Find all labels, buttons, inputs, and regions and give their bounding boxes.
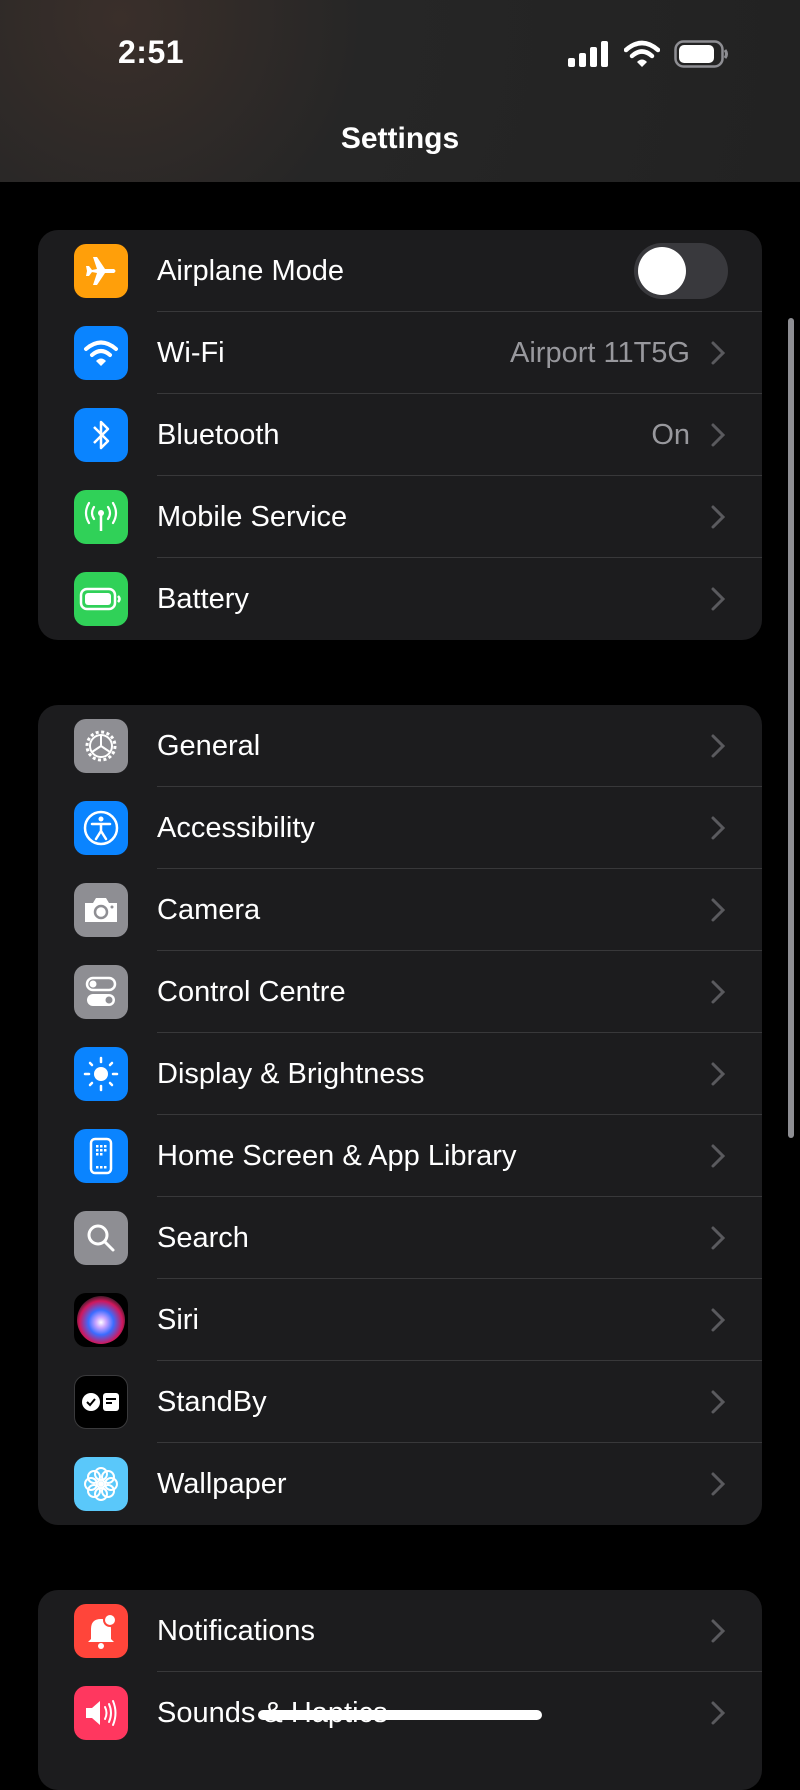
row-accessibility[interactable]: Accessibility: [38, 787, 762, 869]
chevron-right-icon: [711, 980, 726, 1004]
home-indicator[interactable]: [258, 1710, 542, 1720]
chevron-right-icon: [711, 1701, 726, 1725]
row-label: Battery: [157, 582, 249, 615]
row-label: StandBy: [157, 1385, 267, 1418]
row-label: Airplane Mode: [157, 254, 344, 287]
row-notifications[interactable]: Notifications: [38, 1590, 762, 1672]
row-label: Wi-Fi: [157, 336, 225, 369]
standby-icon: [74, 1375, 128, 1429]
chevron-right-icon: [711, 1390, 726, 1414]
row-airplane-mode[interactable]: Airplane Mode: [38, 230, 762, 312]
battery-icon: [674, 40, 728, 68]
chevron-right-icon: [711, 1144, 726, 1168]
chevron-right-icon: [711, 734, 726, 758]
chevron-right-icon: [711, 1226, 726, 1250]
row-label: Camera: [157, 893, 261, 926]
row-bluetooth[interactable]: Bluetooth On: [38, 394, 762, 476]
phone-grid-icon: [74, 1129, 128, 1183]
chevron-right-icon: [711, 1472, 726, 1496]
row-siri[interactable]: Siri: [38, 1279, 762, 1361]
row-label: Control Centre: [157, 975, 346, 1008]
row-label: Search: [157, 1221, 249, 1254]
row-label: Notifications: [157, 1614, 315, 1647]
row-mobile-service[interactable]: Mobile Service: [38, 476, 762, 558]
chevron-right-icon: [711, 1062, 726, 1086]
airplane-mode-toggle[interactable]: [634, 243, 728, 299]
camera-icon: [74, 883, 128, 937]
navigation-header: 2:51 Settings: [0, 0, 800, 182]
bluetooth-icon: [74, 408, 128, 462]
wifi-icon: [624, 40, 660, 67]
row-label: Mobile Service: [157, 500, 348, 533]
row-home-screen[interactable]: Home Screen & App Library: [38, 1115, 762, 1197]
wifi-network-value: Airport 11T5G: [510, 336, 690, 369]
row-label: Accessibility: [157, 811, 315, 844]
battery-icon: [74, 572, 128, 626]
row-label: Siri: [157, 1303, 199, 1336]
status-time: 2:51: [118, 34, 185, 70]
gear-icon: [74, 719, 128, 773]
toggle-knob: [638, 247, 686, 295]
row-wifi[interactable]: Wi-Fi Airport 11T5G: [38, 312, 762, 394]
wifi-icon: [74, 326, 128, 380]
row-display-brightness[interactable]: Display & Brightness: [38, 1033, 762, 1115]
page-title: Settings: [340, 122, 460, 155]
magnifier-icon: [74, 1211, 128, 1265]
chevron-right-icon: [711, 816, 726, 840]
system-group: General Accessibility Camera Control Cen…: [38, 705, 762, 1525]
row-standby[interactable]: StandBy: [38, 1361, 762, 1443]
scrollbar[interactable]: [788, 318, 794, 1138]
row-label: Bluetooth: [157, 418, 280, 451]
connectivity-group: Airplane Mode Wi-Fi Airport 11T5G Blueto…: [38, 230, 762, 640]
row-battery[interactable]: Battery: [38, 558, 762, 640]
chevron-right-icon: [711, 423, 726, 447]
status-icons: [568, 40, 730, 68]
row-label: Home Screen & App Library: [157, 1139, 517, 1172]
bell-icon: [74, 1604, 128, 1658]
antenna-icon: [74, 490, 128, 544]
row-wallpaper[interactable]: Wallpaper: [38, 1443, 762, 1525]
chevron-right-icon: [711, 587, 726, 611]
siri-orb: [77, 1296, 125, 1344]
cellular-signal-icon: [568, 41, 608, 67]
row-control-centre[interactable]: Control Centre: [38, 951, 762, 1033]
row-camera[interactable]: Camera: [38, 869, 762, 951]
siri-icon: [74, 1293, 128, 1347]
chevron-right-icon: [711, 341, 726, 365]
row-label: Display & Brightness: [157, 1057, 425, 1090]
switches-icon: [74, 965, 128, 1019]
row-label: General: [157, 729, 261, 762]
flower-icon: [74, 1457, 128, 1511]
sun-icon: [74, 1047, 128, 1101]
airplane-icon: [74, 244, 128, 298]
chevron-right-icon: [711, 505, 726, 529]
accessibility-icon: [74, 801, 128, 855]
notifications-group: Notifications Sounds & Haptics: [38, 1590, 762, 1790]
chevron-right-icon: [711, 1308, 726, 1332]
speaker-icon: [74, 1686, 128, 1740]
chevron-right-icon: [711, 898, 726, 922]
chevron-right-icon: [711, 1619, 726, 1643]
row-label: Wallpaper: [157, 1467, 287, 1500]
row-general[interactable]: General: [38, 705, 762, 787]
row-search[interactable]: Search: [38, 1197, 762, 1279]
bluetooth-status-value: On: [651, 418, 690, 451]
